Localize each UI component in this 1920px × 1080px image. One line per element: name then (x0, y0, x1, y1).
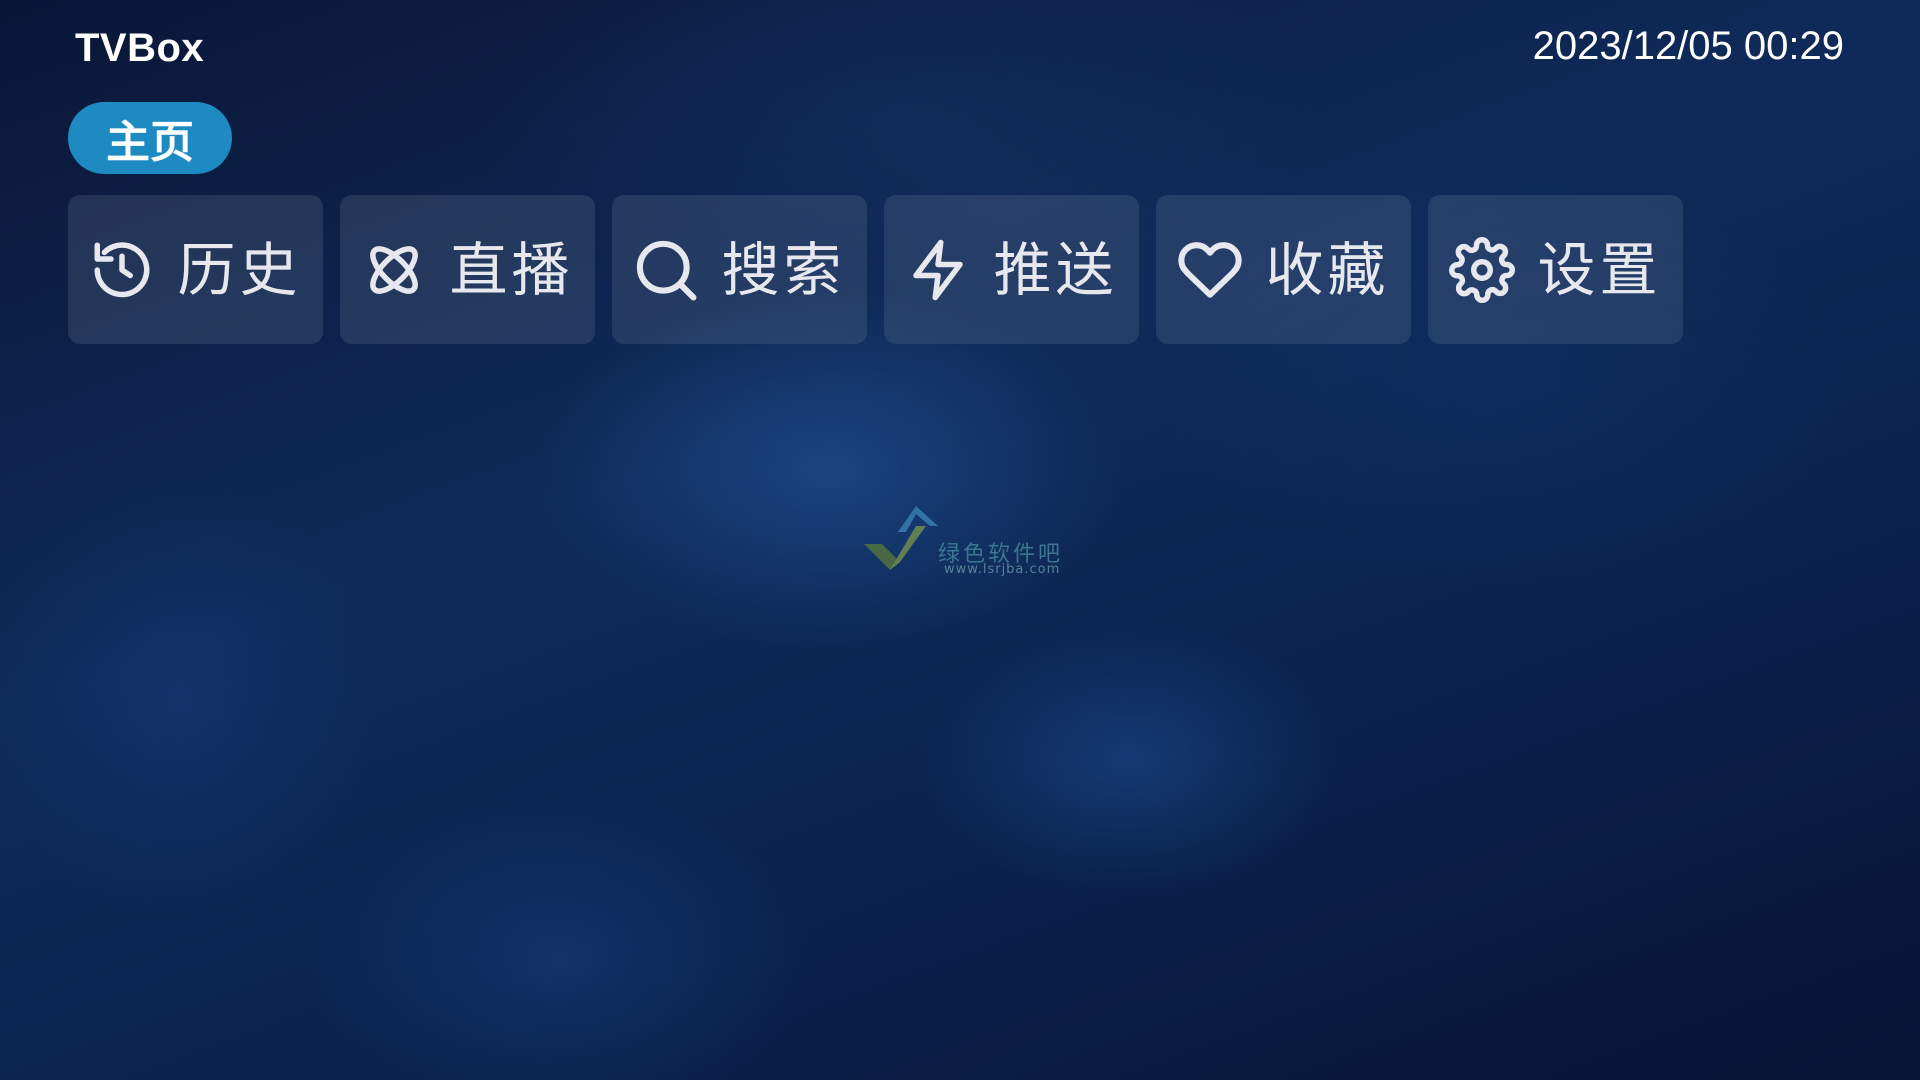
nav-row: 历史 直播 搜索 推送 收藏 设置 (68, 195, 1683, 344)
clock: 2023/12/05 00:29 (1532, 24, 1844, 68)
favorites-label: 收藏 (1265, 235, 1390, 304)
push-icon (905, 237, 971, 303)
live-label: 直播 (449, 235, 574, 304)
search-label: 搜索 (721, 235, 846, 304)
history-label: 历史 (177, 235, 302, 304)
history-button[interactable]: 历史 (68, 195, 323, 344)
search-button[interactable]: 搜索 (612, 195, 867, 344)
settings-label: 设置 (1537, 235, 1662, 304)
search-icon (633, 237, 699, 303)
live-icon (361, 237, 427, 303)
tab-home[interactable]: 主页 (68, 102, 232, 174)
favorites-button[interactable]: 收藏 (1156, 195, 1411, 344)
watermark-url: www.lsrjba.com (944, 562, 1061, 577)
history-icon (89, 237, 155, 303)
live-button[interactable]: 直播 (340, 195, 595, 344)
heart-icon (1177, 237, 1243, 303)
app-title: TVBox (75, 26, 205, 70)
push-button[interactable]: 推送 (884, 195, 1139, 344)
push-label: 推送 (993, 235, 1118, 304)
settings-button[interactable]: 设置 (1428, 195, 1683, 344)
screen: TVBox 2023/12/05 00:29 主页 历史 直播 搜索 推送 收藏… (0, 0, 1920, 1080)
watermark: 绿色软件吧 www.lsrjba.com (860, 500, 1070, 580)
gear-icon (1449, 236, 1516, 303)
watermark-logo-icon (864, 506, 938, 570)
